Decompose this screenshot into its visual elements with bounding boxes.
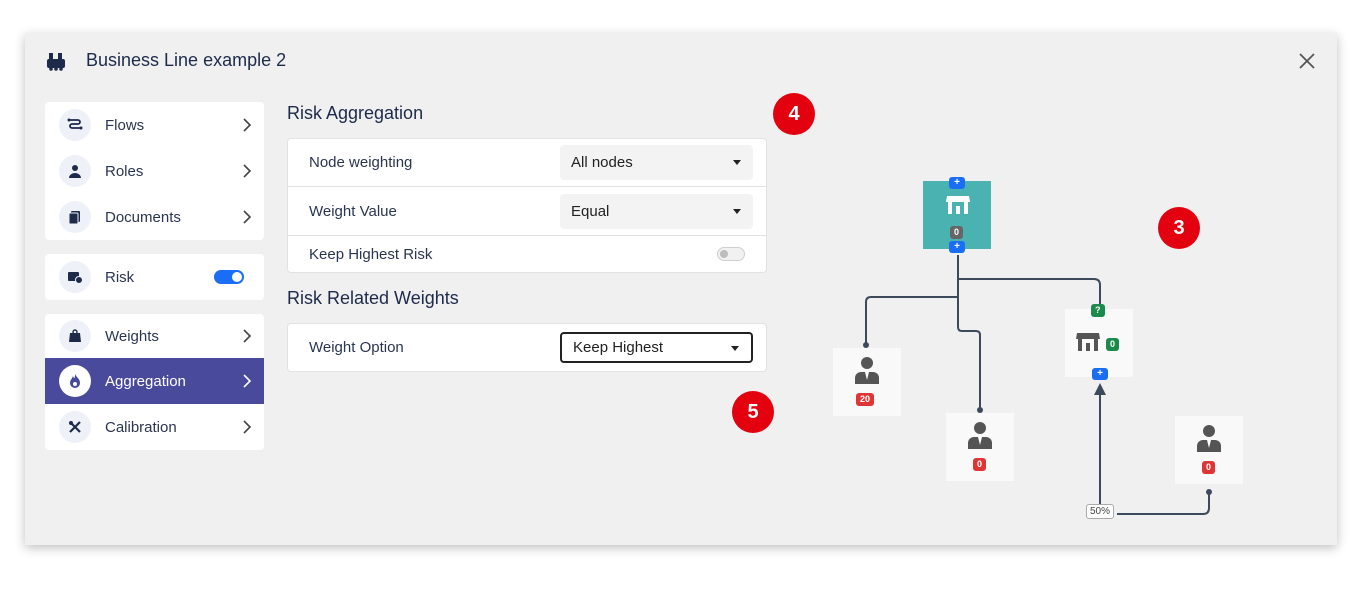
store-icon [946,196,970,214]
graph-node-role[interactable]: 20 [833,348,901,416]
add-child-button[interactable]: + [949,241,965,253]
store-count-badge: 0 [1106,338,1120,351]
graph-node-role[interactable]: 0 [946,413,1014,481]
graph-node-role[interactable]: 0 [1175,416,1243,484]
person-icon [1197,425,1221,452]
person-icon [968,422,992,449]
person-icon [855,357,879,384]
arrow-head-icon [1094,383,1106,395]
risk-count-badge: 20 [856,393,875,406]
store-unknown-badge: ? [1091,304,1105,317]
add-parent-button[interactable]: + [949,177,965,189]
risk-count-badge: 0 [973,458,987,471]
root-count-badge: 0 [950,226,964,239]
edge-weight-label[interactable]: 50% [1086,504,1115,519]
store-icon [1076,333,1100,351]
graph-connectors [863,255,1212,515]
graph-node-store[interactable]: 0 [1065,309,1133,377]
add-child-button[interactable]: + [1092,368,1108,380]
risk-count-badge: 0 [1202,461,1216,474]
modal-dialog: Business Line example 2 Flows Roles Docu… [25,33,1337,545]
graph-node-root[interactable]: 0 [923,181,991,249]
